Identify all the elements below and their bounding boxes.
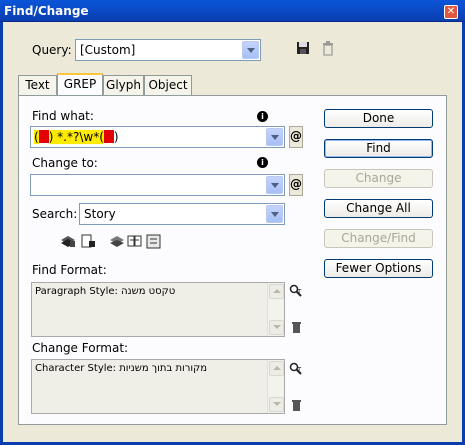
query-dropdown[interactable]: [Custom] (75, 39, 261, 61)
search-value: Story (84, 207, 116, 221)
highlight-block (103, 130, 114, 143)
include-locked-stories-icon[interactable] (80, 234, 96, 248)
find-format-text: Paragraph Style: טקסט משנה (35, 286, 176, 297)
special-characters-button[interactable]: @ (289, 174, 303, 196)
title-bar: Find/Change ✕ (0, 0, 465, 22)
svg-text:T: T (296, 366, 302, 374)
include-master-pages-icon[interactable] (127, 234, 143, 248)
window-title: Find/Change (4, 4, 89, 18)
info-icon: i (257, 157, 268, 168)
trash-icon (323, 41, 333, 56)
fewer-options-button[interactable]: Fewer Options (324, 259, 433, 278)
find-format-box[interactable]: Paragraph Style: טקסט משנה (31, 282, 285, 337)
find-format-label: Find Format: (32, 263, 107, 277)
change-format-box[interactable]: Character Style: מקורות בתוך משניות (31, 359, 285, 414)
change-format-label: Change Format: (32, 341, 129, 355)
find-what-label: Find what: (32, 109, 94, 123)
include-footnotes-icon[interactable] (146, 234, 162, 249)
special-characters-button[interactable]: @ (289, 126, 303, 148)
include-hidden-layers-icon[interactable] (109, 234, 125, 248)
change-to-label: Change to: (32, 156, 98, 170)
scroll-up-icon[interactable] (269, 284, 284, 299)
specify-attributes-icon[interactable]: T (289, 284, 303, 298)
clear-format-icon[interactable] (291, 321, 302, 333)
chevron-down-icon[interactable] (266, 128, 283, 146)
change-button[interactable]: Change (324, 169, 433, 188)
scrollbar[interactable] (267, 360, 284, 413)
tab-glyph[interactable]: Glyph (103, 75, 144, 95)
find-button[interactable]: Find (324, 139, 433, 158)
clear-format-icon[interactable] (291, 399, 302, 411)
tab-text[interactable]: Text (18, 75, 57, 95)
close-button[interactable]: ✕ (444, 5, 458, 19)
specify-attributes-icon[interactable]: T (289, 362, 303, 376)
svg-text:T: T (296, 288, 302, 296)
chevron-down-icon[interactable] (266, 205, 283, 223)
search-dropdown[interactable]: Story (79, 203, 285, 225)
tab-grep[interactable]: GREP (57, 73, 103, 95)
change-all-button[interactable]: Change All (324, 199, 433, 218)
scroll-up-icon[interactable] (269, 361, 284, 376)
find-what-field[interactable]: () *.*?\w*() (30, 126, 285, 148)
change-to-field[interactable] (30, 174, 285, 196)
query-value: [Custom] (80, 43, 136, 57)
chevron-down-icon[interactable] (242, 41, 259, 59)
save-icon[interactable] (296, 41, 310, 55)
scrollbar[interactable] (267, 283, 284, 336)
query-label: Query: (32, 43, 72, 57)
scroll-down-icon[interactable] (269, 397, 284, 412)
change-find-button[interactable]: Change/Find (324, 229, 433, 248)
highlight-block (38, 130, 49, 143)
tab-object[interactable]: Object (144, 75, 192, 95)
done-button[interactable]: Done (324, 109, 433, 128)
search-label: Search: (32, 207, 78, 221)
scroll-down-icon[interactable] (269, 320, 284, 335)
find-what-value: () *.*?\w*() (34, 130, 119, 144)
info-icon: i (257, 111, 268, 122)
change-format-text: Character Style: מקורות בתוך משניות (35, 363, 207, 374)
chevron-down-icon[interactable] (266, 176, 283, 194)
include-locked-layers-icon[interactable] (60, 234, 76, 248)
